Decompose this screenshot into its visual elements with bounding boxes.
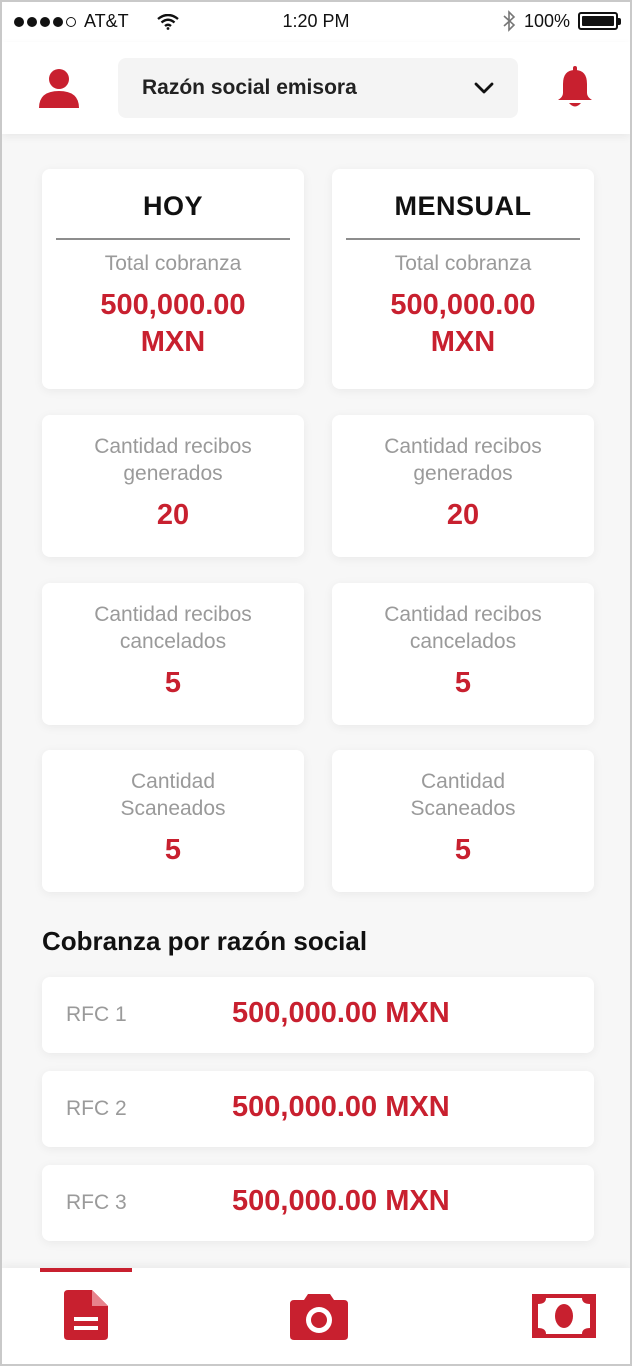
monthly-total-label: Total cobranza <box>394 252 532 275</box>
monthly-scanned-label: Cantidad <box>420 770 506 793</box>
app-frame: AT&T 1:20 PM 100% Razón social emisora H… <box>0 0 632 1366</box>
camera-icon[interactable] <box>290 1290 348 1340</box>
card-divider <box>346 238 580 240</box>
today-scanned-label-2: Scaneados <box>120 797 226 820</box>
today-generated-card: Cantidad recibos generados 20 <box>42 415 304 557</box>
today-cancelled-value: 5 <box>164 667 182 699</box>
cash-icon[interactable] <box>532 1294 596 1338</box>
monthly-cancelled-card: Cantidad recibos cancelados 5 <box>332 583 594 725</box>
monthly-scanned-label-2: Scaneados <box>410 797 516 820</box>
monthly-cancelled-label-2: cancelados <box>409 630 517 653</box>
section-title: Cobranza por razón social <box>42 926 368 956</box>
bell-icon[interactable] <box>556 66 594 108</box>
bottom-tab-bar <box>2 1268 630 1364</box>
document-icon[interactable] <box>64 1290 108 1340</box>
chevron-down-icon <box>474 82 494 94</box>
monthly-cancelled-value: 5 <box>454 667 472 699</box>
today-generated-value: 20 <box>156 499 190 531</box>
battery-icon <box>578 12 621 30</box>
today-scanned-label: Cantidad <box>130 770 216 793</box>
today-generated-label-2: generados <box>123 462 223 485</box>
status-right: 100% <box>502 10 621 32</box>
card-divider <box>56 238 290 240</box>
monthly-cancelled-label: Cantidad recibos <box>384 603 542 626</box>
monthly-scanned-card: Cantidad Scaneados 5 <box>332 750 594 892</box>
today-cancelled-label: Cantidad recibos <box>94 603 252 626</box>
today-total-value: 500,000.00 <box>100 289 246 321</box>
today-cancelled-card: Cantidad recibos cancelados 5 <box>42 583 304 725</box>
rfc-amount: 500,000.00 MXN <box>232 997 450 1029</box>
rfc-label: RFC 3 <box>66 1191 127 1214</box>
monthly-generated-card: Cantidad recibos generados 20 <box>332 415 594 557</box>
list-item[interactable]: RFC 2 500,000.00 MXN <box>42 1071 594 1147</box>
today-total-label: Total cobranza <box>104 252 242 275</box>
list-item[interactable]: RFC 1 500,000.00 MXN <box>42 977 594 1053</box>
rfc-amount: 500,000.00 MXN <box>232 1091 450 1123</box>
bluetooth-icon <box>503 10 516 32</box>
monthly-total-card: MENSUAL Total cobranza 500,000.00 MXN <box>332 169 594 389</box>
today-generated-label: Cantidad recibos <box>94 435 252 458</box>
monthly-scanned-value: 5 <box>454 834 472 866</box>
monthly-heading: MENSUAL <box>394 191 532 221</box>
top-header: Razón social emisora <box>2 42 630 134</box>
rfc-label: RFC 1 <box>66 1003 127 1026</box>
active-tab-indicator <box>40 1268 132 1272</box>
today-scanned-card: Cantidad Scaneados 5 <box>42 750 304 892</box>
user-icon[interactable] <box>38 68 80 108</box>
today-heading: HOY <box>142 191 203 221</box>
monthly-generated-label-2: generados <box>413 462 513 485</box>
company-selector[interactable]: Razón social emisora <box>118 58 518 118</box>
today-total-card: HOY Total cobranza 500,000.00 MXN <box>42 169 304 389</box>
today-cancelled-label-2: cancelados <box>119 630 227 653</box>
monthly-total-value: 500,000.00 <box>390 289 536 321</box>
battery-percent: 100% <box>523 10 570 31</box>
today-scanned-value: 5 <box>164 834 182 866</box>
today-total-currency: MXN <box>140 326 206 358</box>
rfc-label: RFC 2 <box>66 1097 127 1120</box>
monthly-generated-value: 20 <box>446 499 480 531</box>
list-item[interactable]: RFC 3 500,000.00 MXN <box>42 1165 594 1241</box>
rfc-amount: 500,000.00 MXN <box>232 1185 450 1217</box>
monthly-generated-label: Cantidad recibos <box>384 435 542 458</box>
monthly-total-currency: MXN <box>430 326 496 358</box>
status-bar: AT&T 1:20 PM 100% <box>2 2 630 42</box>
company-selector-label: Razón social emisora <box>142 76 357 99</box>
